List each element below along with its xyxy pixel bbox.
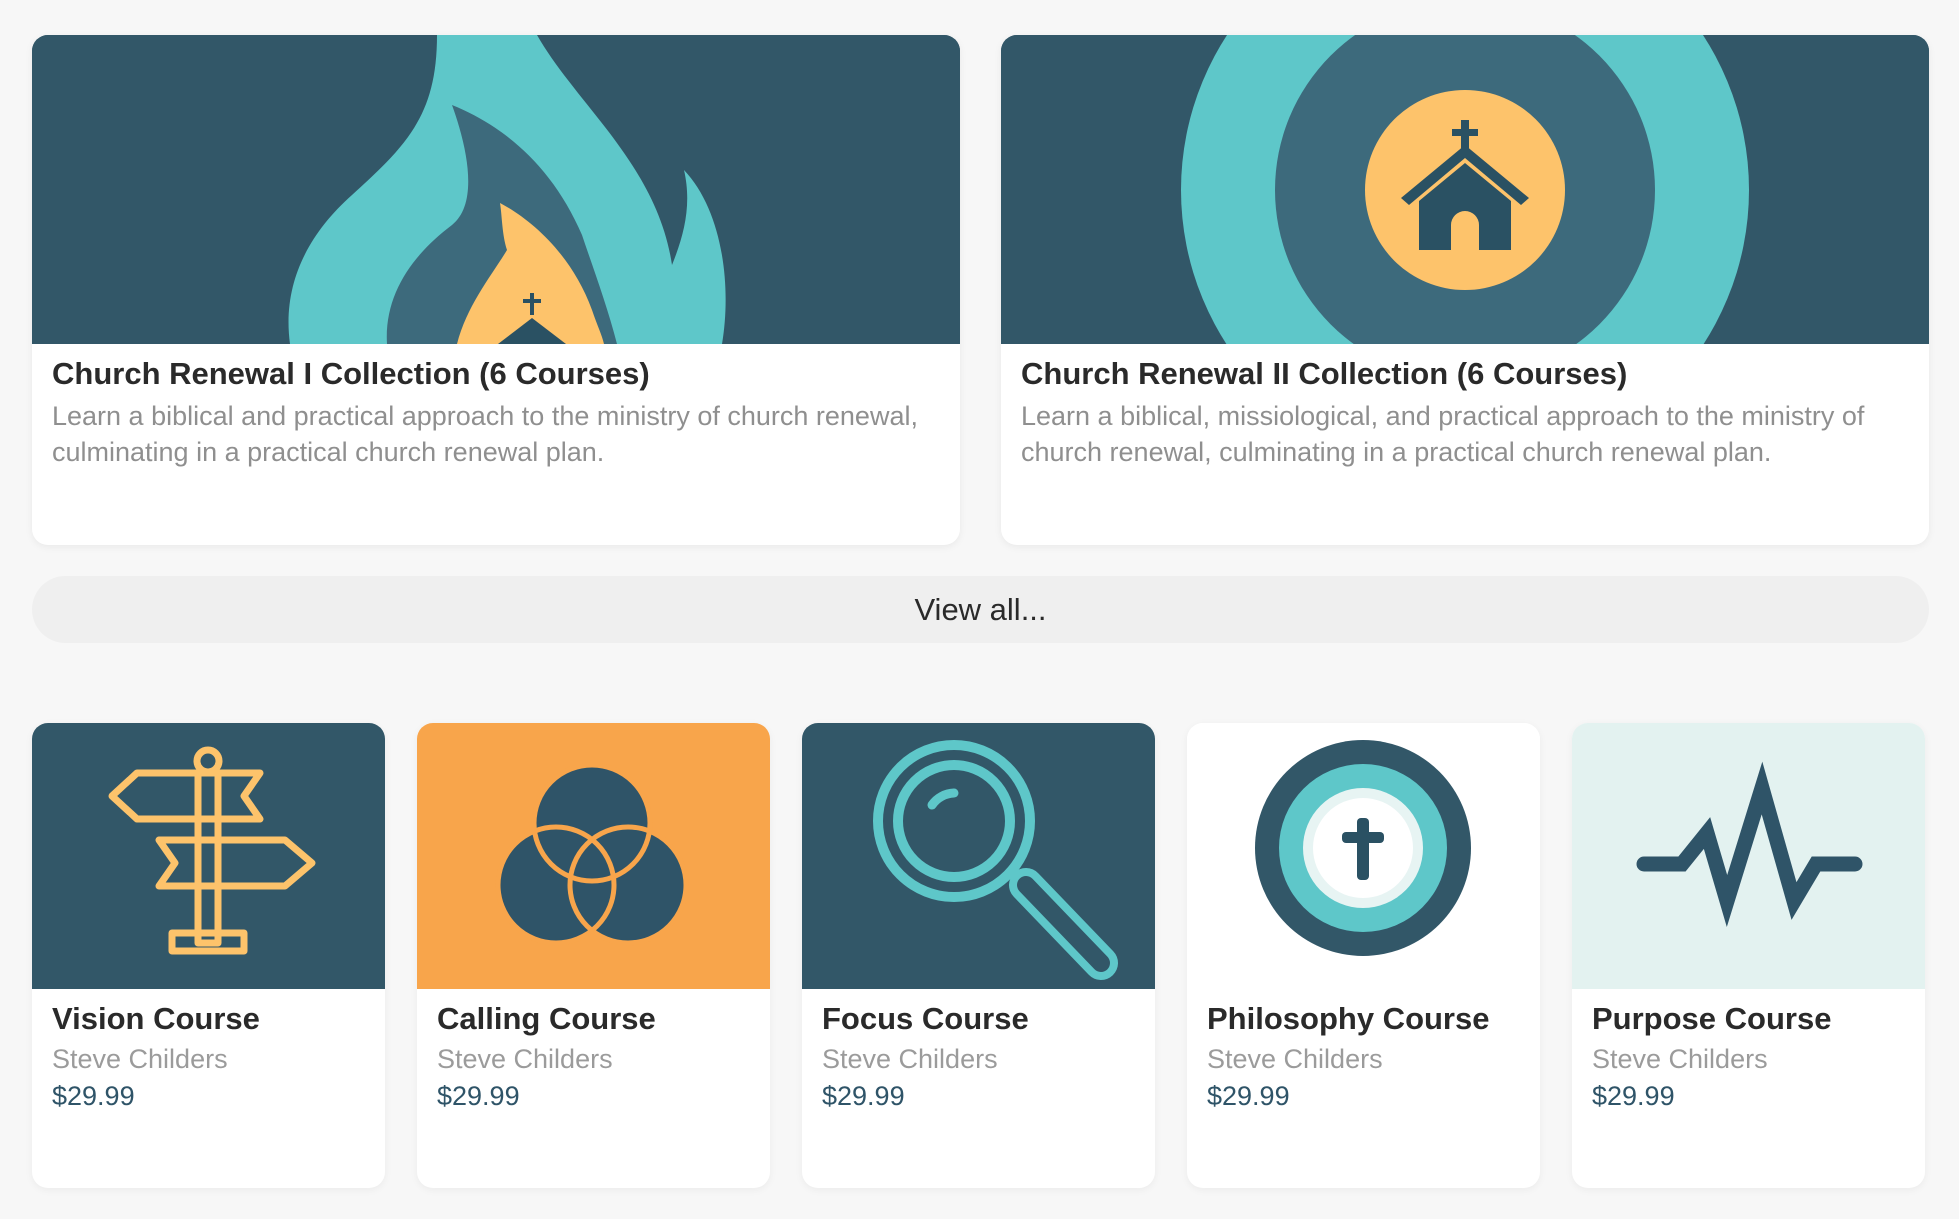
course-card-philosophy[interactable]: Philosophy Course Steve Childers $29.99: [1187, 723, 1540, 1188]
collection-description: Learn a biblical, missiological, and pra…: [1021, 401, 1865, 467]
flame-church-icon: [32, 35, 960, 344]
church-target-icon: [1001, 35, 1929, 344]
magnifying-glass-icon: [802, 723, 1155, 989]
collection-card-renewal-1[interactable]: Church Renewal I Collection (6 Courses) …: [32, 35, 960, 545]
collections-row: Church Renewal I Collection (6 Courses) …: [32, 35, 1929, 545]
course-card-purpose[interactable]: Purpose Course Steve Childers $29.99: [1572, 723, 1925, 1188]
course-title: Vision Course: [52, 1001, 260, 1036]
course-price: $29.99: [822, 1081, 905, 1111]
courses-row: Vision Course Steve Childers $29.99 Call…: [32, 723, 1929, 1188]
course-author: Steve Childers: [1207, 1044, 1383, 1074]
signpost-icon: [32, 723, 385, 989]
course-author: Steve Childers: [437, 1044, 613, 1074]
cross-target-icon: [1187, 723, 1540, 989]
course-card-vision[interactable]: Vision Course Steve Childers $29.99: [32, 723, 385, 1188]
course-title: Focus Course: [822, 1001, 1029, 1036]
course-price: $29.99: [1592, 1081, 1675, 1111]
course-card-focus[interactable]: Focus Course Steve Childers $29.99: [802, 723, 1155, 1188]
collection-title: Church Renewal II Collection (6 Courses): [1021, 356, 1628, 391]
course-author: Steve Childers: [822, 1044, 998, 1074]
heartbeat-icon: [1572, 723, 1925, 989]
page: Church Renewal I Collection (6 Courses) …: [0, 0, 1959, 1219]
course-title: Calling Course: [437, 1001, 656, 1036]
collection-title: Church Renewal I Collection (6 Courses): [52, 356, 650, 391]
course-author: Steve Childers: [52, 1044, 228, 1074]
course-card-calling[interactable]: Calling Course Steve Childers $29.99: [417, 723, 770, 1188]
collection-description: Learn a biblical and practical approach …: [52, 401, 918, 467]
course-title: Philosophy Course: [1207, 1001, 1490, 1036]
venn-circles-icon: [417, 723, 770, 989]
course-price: $29.99: [437, 1081, 520, 1111]
course-price: $29.99: [52, 1081, 135, 1111]
view-all-button[interactable]: View all...: [32, 576, 1929, 643]
course-price: $29.99: [1207, 1081, 1290, 1111]
course-author: Steve Childers: [1592, 1044, 1768, 1074]
course-title: Purpose Course: [1592, 1001, 1832, 1036]
collection-card-renewal-2[interactable]: Church Renewal II Collection (6 Courses)…: [1001, 35, 1929, 545]
